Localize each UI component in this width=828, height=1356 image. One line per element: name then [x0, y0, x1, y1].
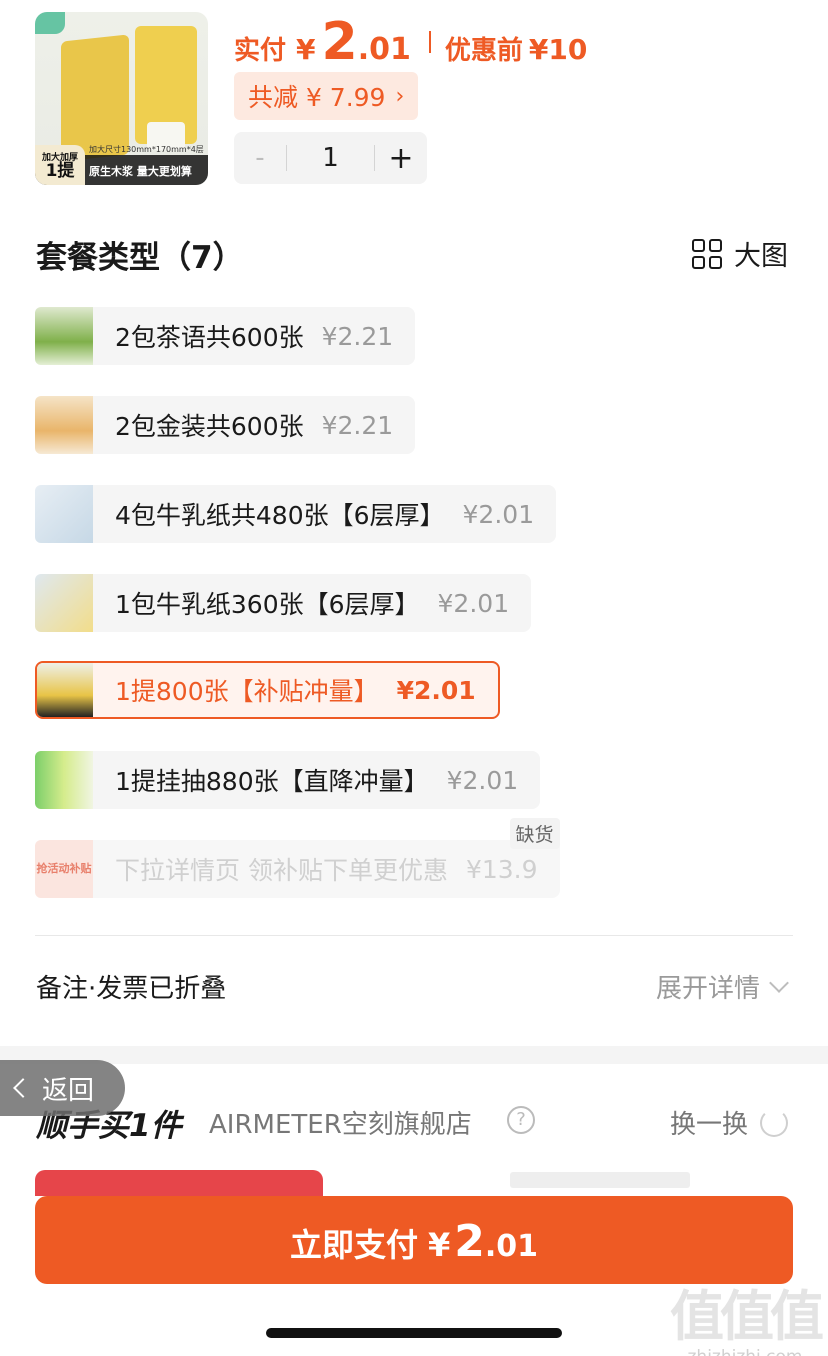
decrease-button[interactable]: -: [234, 143, 286, 173]
option-price: ¥2.01: [437, 588, 510, 618]
chevron-left-icon: [13, 1078, 33, 1098]
refresh-icon: [760, 1108, 788, 1137]
home-indicator[interactable]: [266, 1328, 562, 1338]
section-gap: [0, 1046, 828, 1064]
pay-label: 立即支付: [289, 1226, 418, 1264]
price-line: 实付 ¥ 2 .01 优惠前 ¥10: [234, 16, 587, 68]
grid-view-icon: [692, 238, 722, 269]
option-price: ¥2.01: [396, 675, 476, 705]
package-option-disabled: 抢活动补贴 下拉详情页 领补贴下单更优惠 ¥13.9 缺货: [35, 818, 560, 898]
section-divider: [35, 935, 793, 936]
original-price-label: 优惠前: [444, 36, 523, 66]
discount-text: 共减 ¥ 7.99: [248, 83, 386, 112]
package-option[interactable]: 1包牛乳纸360张【6层厚】 ¥2.01: [35, 574, 532, 632]
yellow-tissue-bundle-thumbnail: [37, 663, 93, 717]
watermark-logo: 值值值: [670, 1285, 824, 1348]
big-view-label: 大图: [734, 241, 788, 272]
pay-integer: 2: [454, 1216, 485, 1267]
pay-decimal: .01: [484, 1229, 539, 1264]
remark-invoice-label: 备注·发票已折叠: [36, 974, 227, 1004]
discount-detail-button[interactable]: 共减 ¥ 7.99 ›: [234, 72, 419, 120]
swap-button[interactable]: 换一换: [670, 1104, 788, 1141]
green-tissue-pack-thumbnail: [35, 307, 93, 365]
option-name: 1包牛乳纸360张【6层厚】: [115, 590, 420, 619]
milk-tissue-single-thumbnail: [35, 574, 93, 632]
tissue-bag-image: [135, 26, 197, 150]
price-integer: 2: [321, 12, 358, 72]
package-option[interactable]: 4包牛乳纸共480张【6层厚】 ¥2.01: [35, 485, 557, 543]
thumb-badge: 加大加厚 1提: [35, 145, 85, 185]
quantity-stepper: - 1 +: [234, 132, 427, 184]
brand-tag-icon: [35, 12, 65, 34]
thumb-size-text: 加大尺寸130mm*170mm*4层: [89, 145, 204, 154]
option-name: 2包茶语共600张: [115, 323, 304, 352]
thumb-badge-big: 1提: [45, 161, 75, 181]
back-button[interactable]: 返回: [0, 1060, 125, 1116]
option-price: ¥2.21: [321, 410, 394, 440]
chevron-right-icon: ›: [395, 83, 405, 109]
option-name: 1提挂抽880张【直降冲量】: [115, 767, 429, 796]
option-name: 2包金装共600张: [115, 412, 304, 441]
pay-now-button[interactable]: 立即支付 ¥ 2 .01: [35, 1196, 793, 1284]
option-price: ¥2.01: [462, 499, 535, 529]
option-price: ¥2.21: [321, 321, 394, 351]
shop-name[interactable]: AIRMETER空刻旗舰店: [209, 1104, 472, 1141]
option-price: ¥13.9: [465, 854, 538, 884]
option-price: ¥2.01: [446, 765, 519, 795]
hanging-tissue-pack-thumbnail: [35, 751, 93, 809]
sold-out-badge: 缺货: [509, 818, 560, 849]
price-currency: ¥: [296, 33, 316, 66]
option-name: 下拉详情页 领补贴下单更优惠: [115, 856, 448, 885]
chevron-down-icon: [769, 972, 789, 993]
increase-button[interactable]: +: [375, 141, 427, 176]
back-label: 返回: [42, 1075, 95, 1106]
quantity-value[interactable]: 1: [287, 143, 374, 173]
gold-tissue-pack-thumbnail: [35, 396, 93, 454]
tissue-bag-image: [61, 34, 129, 162]
option-name: 4包牛乳纸共480张【6层厚】: [115, 501, 445, 530]
expand-details-button[interactable]: 展开详情: [655, 968, 789, 1005]
package-option[interactable]: 1提挂抽880张【直降冲量】 ¥2.01: [35, 751, 541, 809]
promo-card-thumbnail: 抢活动补贴: [35, 840, 93, 898]
recommended-item-title: [510, 1172, 690, 1188]
swap-label: 换一换: [669, 1110, 748, 1140]
watermark-url: zhizhizhi.com: [670, 1347, 820, 1356]
price-label: 实付: [234, 36, 287, 66]
help-icon[interactable]: ?: [507, 1106, 535, 1134]
recommended-item-card[interactable]: [35, 1170, 323, 1196]
thumb-caption: 原生木浆 量大更划算: [89, 165, 192, 178]
package-option[interactable]: 2包金装共600张 ¥2.21: [35, 396, 416, 454]
option-name: 1提800张【补贴冲量】: [115, 677, 379, 706]
pay-currency: ¥: [427, 1226, 451, 1264]
big-view-toggle[interactable]: 大图: [692, 234, 788, 273]
milk-tissue-pack-thumbnail: [35, 485, 93, 543]
expand-label: 展开详情: [655, 974, 760, 1004]
price-divider: [428, 31, 431, 53]
package-option-selected[interactable]: 1提800张【补贴冲量】 ¥2.01: [35, 661, 500, 719]
watermark: 值值值 zhizhizhi.com: [670, 1272, 824, 1356]
package-section-title: 套餐类型（7）: [36, 240, 244, 276]
original-price-value: ¥10: [528, 33, 588, 66]
product-thumbnail[interactable]: 加大尺寸130mm*170mm*4层 原生木浆 量大更划算 加大加厚 1提: [35, 12, 208, 185]
order-confirm-sheet: 加大尺寸130mm*170mm*4层 原生木浆 量大更划算 加大加厚 1提 实付…: [0, 0, 828, 1356]
price-decimal: .01: [357, 32, 411, 67]
package-option[interactable]: 2包茶语共600张 ¥2.21: [35, 307, 416, 365]
